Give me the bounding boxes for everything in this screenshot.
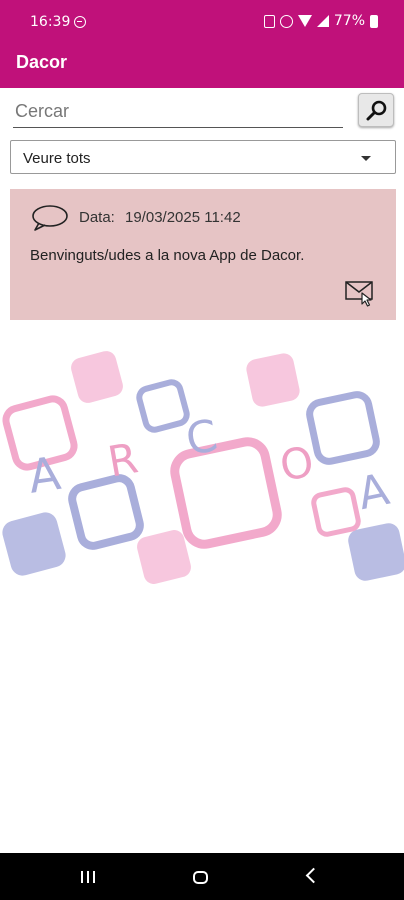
filter-dropdown[interactable]: Veure tots: [10, 140, 396, 174]
message-date: 19/03/2025 11:42: [125, 209, 241, 226]
wifi-icon: [297, 15, 312, 27]
battery-icon: [370, 14, 378, 28]
chevron-down-icon: [361, 156, 371, 161]
logo-letter: O: [276, 437, 317, 491]
alarm-icon: [279, 14, 293, 28]
status-icons: 77%: [263, 13, 378, 29]
chat-bubble-icon: [32, 205, 68, 231]
message-card[interactable]: Data: 19/03/2025 11:42 Benvinguts/udes a…: [10, 189, 396, 320]
signal-icon: [316, 15, 329, 27]
search-button[interactable]: [358, 93, 394, 127]
status-bar: 16:39 77%: [0, 0, 404, 44]
recents-button[interactable]: [81, 871, 95, 883]
message-date-label: Data:: [79, 209, 115, 226]
system-nav-bar: [0, 853, 404, 900]
message-text: Benvinguts/udes a la nova App de Dacor.: [30, 247, 305, 264]
search-icon: [366, 100, 387, 121]
logo-letter: A: [353, 464, 393, 520]
app-bar: Dacor: [0, 44, 404, 88]
battery-percent: 77%: [333, 13, 365, 29]
arcoa-logo: A R C O A: [2, 351, 404, 584]
sim-icon: [263, 14, 275, 28]
recents-bar: [93, 871, 95, 883]
app-title: Dacor: [16, 52, 68, 72]
recents-bar: [81, 871, 83, 883]
home-button[interactable]: [193, 871, 208, 884]
back-button[interactable]: [305, 867, 322, 884]
logo-letter: A: [25, 446, 64, 504]
filter-selected-value: Veure tots: [23, 150, 91, 167]
envelope-icon[interactable]: [344, 279, 376, 307]
status-time: 16:39: [30, 14, 71, 30]
recents-bar: [87, 871, 89, 883]
search-input[interactable]: [13, 96, 343, 128]
do-not-disturb-icon: [74, 16, 86, 28]
